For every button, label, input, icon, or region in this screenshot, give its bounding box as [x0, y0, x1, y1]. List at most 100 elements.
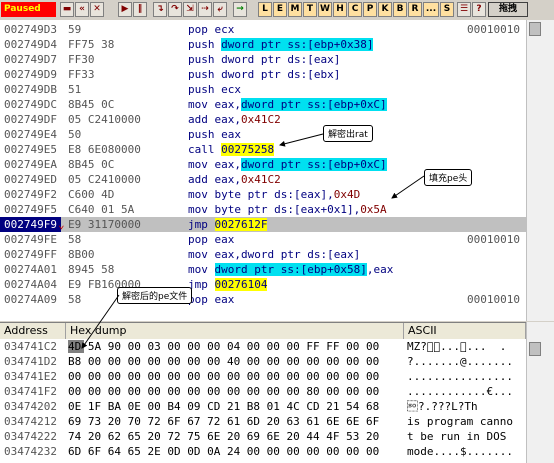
toolbar-button-run-trace[interactable]: ... [423, 2, 439, 17]
disasm-row[interactable]: 002749DF 05 C2410000 add eax,0x41C2 [0, 112, 526, 127]
toolbar-button-windows[interactable]: W [318, 2, 332, 17]
trace-over-icon[interactable]: ⇢ [198, 2, 212, 17]
drag-button[interactable]: 拖拽 [488, 2, 528, 17]
disasm-row[interactable]: 002749D7 FF30 push dword ptr ds:[eax] [0, 52, 526, 67]
jump-target: 0027612F [214, 218, 268, 231]
dump-scrollbar[interactable] [526, 322, 554, 463]
restart-icon[interactable]: « [75, 2, 89, 17]
disasm-row[interactable]: 00274A01 8945 58 mov dword ptr ss:[ebp+0x5… [0, 262, 526, 277]
go-to-icon[interactable]: → [233, 2, 247, 17]
toolbar-button-executable[interactable]: E [273, 2, 287, 17]
annotation-decrypt-rat: 解密出rat [323, 125, 373, 142]
disasm-hex: 59 [68, 23, 82, 36]
disasm-row[interactable]: 002749D9 FF33 push dword ptr ds:[ebx] [0, 67, 526, 82]
list-icon[interactable]: ☰ [457, 2, 471, 17]
dump-hex: 00 00 00 00 00 00 00 00 00 00 00 00 00 0… [68, 370, 380, 383]
dump-row[interactable]: 034741F2 00 00 00 00 00 00 00 00 00 00 00… [0, 384, 526, 399]
disasm-instruction: pop eax [188, 233, 235, 246]
disasm-instruction: pop ecx [188, 23, 235, 36]
disasm-hex: 05 C2410000 [68, 113, 141, 126]
execute-till-return-icon[interactable]: ⤶ [213, 2, 227, 17]
disasm-instruction: call 00275258 [188, 143, 275, 156]
dump-row[interactable]: 034741D2 B8 00 00 00 00 00 00 00 40 00 00… [0, 354, 526, 369]
disasm-row[interactable]: 002749D3 59 pop ecx 00010010 [0, 22, 526, 37]
dump-row[interactable]: 03474202 0E 1F BA 0E 00 B4 09 CD 21 B8 01… [0, 399, 526, 414]
toolbar-button-patches[interactable]: P [363, 2, 377, 17]
disasm-comment: 00010010 [467, 233, 520, 246]
disasm-instruction: jmp 0027612F [188, 218, 268, 231]
disasm-row[interactable]: 002749FF 8B00 mov eax,dword ptr ds:[eax] [0, 247, 526, 262]
open-icon[interactable]: ▬ [60, 2, 74, 17]
toolbar-button-call-stack[interactable]: K [378, 2, 392, 17]
disasm-address: 00274A09 [4, 293, 57, 306]
disasm-instruction: jmp 00276104 [188, 278, 268, 291]
dump-header-hex[interactable]: Hex dump [66, 323, 404, 339]
disasm-row[interactable]: 002749FE 58 pop eax 00010010 [0, 232, 526, 247]
disasm-comment: 00010010 [467, 293, 520, 306]
disasm-address: 002749F2 [4, 188, 57, 201]
scroll-up-icon[interactable] [529, 22, 541, 36]
toolbar-button-breakpoints[interactable]: B [393, 2, 407, 17]
immediate-value: 0x41C2 [240, 173, 281, 186]
dump-ascii: ............€... [407, 385, 513, 398]
disasm-address: 002749D4 [4, 38, 57, 51]
toolbar-button-handles[interactable]: H [333, 2, 347, 17]
dump-scroll-thumb[interactable] [529, 342, 541, 356]
pause-icon[interactable]: ‖ [133, 2, 147, 17]
annotation-decrypted-pe-file: 解密后的pe文件 [117, 287, 193, 304]
disasm-hex: C600 4D [68, 188, 115, 201]
step-over-icon[interactable]: ↷ [168, 2, 182, 17]
dump-header-ascii[interactable]: ASCII [404, 323, 526, 339]
disasm-row[interactable]: 002749F2 C600 4D mov byte ptr ds:[eax],0x4… [0, 187, 526, 202]
annotation-fill-pe-header: 填充pe头 [424, 169, 473, 186]
toolbar-button-log[interactable]: L [258, 2, 272, 17]
disasm-hex: 05 C2410000 [68, 173, 141, 186]
disasm-row[interactable]: 002749F9 E9 31170000 jmp 0027612F ⌄ [0, 217, 526, 232]
help-icon[interactable]: ? [472, 2, 486, 17]
dump-row[interactable]: 03474222 74 20 62 65 20 72 75 6E 20 69 6E… [0, 429, 526, 444]
memory-operand: dword ptr ss:[ebp+0xC] [240, 158, 387, 171]
disasm-hex: 58 [68, 233, 82, 246]
disasm-row[interactable]: 00274A09 58 pop eax 00010010 [0, 292, 526, 307]
toolbar-button-references[interactable]: R [408, 2, 422, 17]
disasm-hex: 58 [68, 293, 82, 306]
toolbar-button-threads[interactable]: T [303, 2, 317, 17]
toolbar-button-memory[interactable]: M [288, 2, 302, 17]
immediate-value: 0x4D [333, 188, 361, 201]
jump-target: 00276104 [214, 278, 268, 291]
disasm-row[interactable]: 002749DC 8B45 0C mov eax,dword ptr ss:[ebp… [0, 97, 526, 112]
disasm-hex: 8B45 0C [68, 98, 115, 111]
disasm-row[interactable]: 002749E5 E8 6E080000 call 00275258 [0, 142, 526, 157]
memory-operand: dword ptr ss:[ebp+0x38] [221, 38, 374, 51]
dump-row[interactable]: 03474232 6D 6F 64 65 2E 0D 0D 0A 24 00 00… [0, 444, 526, 459]
dump-address: 03474212 [4, 415, 57, 428]
close-icon[interactable]: ✕ [90, 2, 104, 17]
disasm-instruction: mov byte ptr ds:[eax+0x1],0x5A [188, 203, 387, 216]
dump-row[interactable]: 034741C2 4D 5A 90 00 03 00 00 00 04 00 00… [0, 339, 526, 354]
disasm-hex: C640 01 5A [68, 203, 135, 216]
disasm-instruction: add eax,0x41C2 [188, 173, 281, 186]
disasm-row[interactable]: 00274A04 E9 FB160000 jmp 00276104 [0, 277, 526, 292]
dump-ascii: ................ [407, 370, 513, 383]
dump-address: 034741E2 [4, 370, 57, 383]
disasm-row[interactable]: 002749E4 50 push eax [0, 127, 526, 142]
toolbar-button-cpu[interactable]: C [348, 2, 362, 17]
dump-header-address[interactable]: Address [0, 323, 66, 339]
dump-row[interactable]: 03474212 69 73 20 70 72 6F 67 72 61 6D 20… [0, 414, 526, 429]
trace-into-icon[interactable]: ⇲ [183, 2, 197, 17]
toolbar-button-source[interactable]: S [440, 2, 454, 17]
disasm-row[interactable]: 002749DB 51 push ecx [0, 82, 526, 97]
dump-row[interactable]: 034741E2 00 00 00 00 00 00 00 00 00 00 00… [0, 369, 526, 384]
step-into-icon[interactable]: ↴ [153, 2, 167, 17]
disasm-row[interactable]: 002749F5 C640 01 5A mov byte ptr ds:[eax+0… [0, 202, 526, 217]
disassembly-scrollbar[interactable] [526, 20, 554, 321]
disasm-address: 002749E4 [4, 128, 57, 141]
run-icon[interactable]: ▶ [118, 2, 132, 17]
status-paused-badge: Paused [1, 2, 56, 17]
disasm-instruction: mov dword ptr ss:[ebp+0x58],eax [188, 263, 394, 276]
jump-target: 00275258 [221, 143, 275, 156]
disasm-address: 002749EA [4, 158, 57, 171]
disasm-row[interactable]: 002749D4 FF75 38 push dword ptr ss:[ebp+0x… [0, 37, 526, 52]
dump-pane[interactable]: 034741C2 4D 5A 90 00 03 00 00 00 04 00 00… [0, 339, 526, 463]
dump-ascii: is program canno [407, 415, 513, 428]
